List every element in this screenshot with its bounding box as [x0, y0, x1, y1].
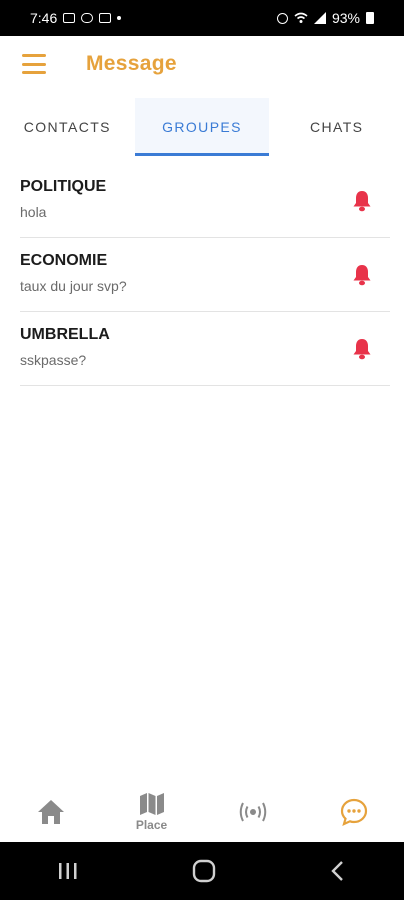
system-nav-bar [0, 842, 404, 900]
more-notifications-icon [117, 16, 122, 20]
list-item[interactable]: ECONOMIE taux du jour svp? [20, 238, 390, 312]
bell-icon[interactable] [352, 338, 372, 360]
list-item[interactable]: POLITIQUE hola [20, 164, 390, 238]
group-last-message: hola [20, 204, 47, 220]
tab-contacts[interactable]: CONTACTS [0, 98, 135, 156]
gallery-icon [63, 13, 76, 23]
status-left: 7:46 [30, 10, 122, 26]
page-title: Message [86, 52, 177, 75]
group-list: POLITIQUE hola ECONOMIE taux du jour svp… [20, 164, 390, 386]
recent-apps-icon[interactable] [57, 861, 79, 881]
cloud-icon [81, 13, 94, 23]
tab-groupes[interactable]: GROUPES [134, 98, 270, 156]
home-icon [37, 800, 64, 824]
nav-place-label: Place [135, 818, 168, 832]
wifi-icon [294, 12, 308, 23]
home-button-icon[interactable] [192, 859, 216, 883]
group-last-message: taux du jour svp? [20, 278, 127, 294]
nav-chat[interactable] [324, 798, 384, 826]
battery-icon [366, 12, 374, 24]
chat-icon [340, 798, 367, 826]
alarm-icon [276, 12, 288, 24]
back-icon[interactable] [329, 860, 347, 882]
battery-percent: 93% [331, 10, 360, 26]
nav-place[interactable]: Place [122, 792, 182, 832]
list-item[interactable]: UMBRELLA sskpasse? [20, 312, 390, 386]
map-icon [139, 793, 164, 815]
broadcast-icon [239, 802, 266, 822]
bell-icon[interactable] [352, 264, 372, 286]
group-name: ECONOMIE [20, 252, 108, 269]
status-time: 7:46 [30, 10, 58, 26]
nav-home[interactable] [21, 799, 81, 825]
nav-broadcast[interactable] [223, 800, 283, 824]
group-name: UMBRELLA [20, 326, 110, 343]
bottom-nav: Place [0, 782, 404, 842]
tab-chats[interactable]: CHATS [269, 98, 404, 156]
bell-icon[interactable] [352, 190, 372, 212]
status-right: 93% [276, 10, 374, 26]
group-name: POLITIQUE [20, 178, 107, 195]
app-notification-icon [99, 13, 112, 23]
group-last-message: sskpasse? [20, 352, 87, 368]
tab-bar: CONTACTS GROUPES CHATS [0, 98, 404, 156]
status-bar: 7:46 93% [0, 0, 404, 36]
app-bar: Message [0, 36, 404, 92]
hamburger-menu-icon[interactable] [22, 54, 46, 74]
signal-icon [313, 12, 326, 24]
